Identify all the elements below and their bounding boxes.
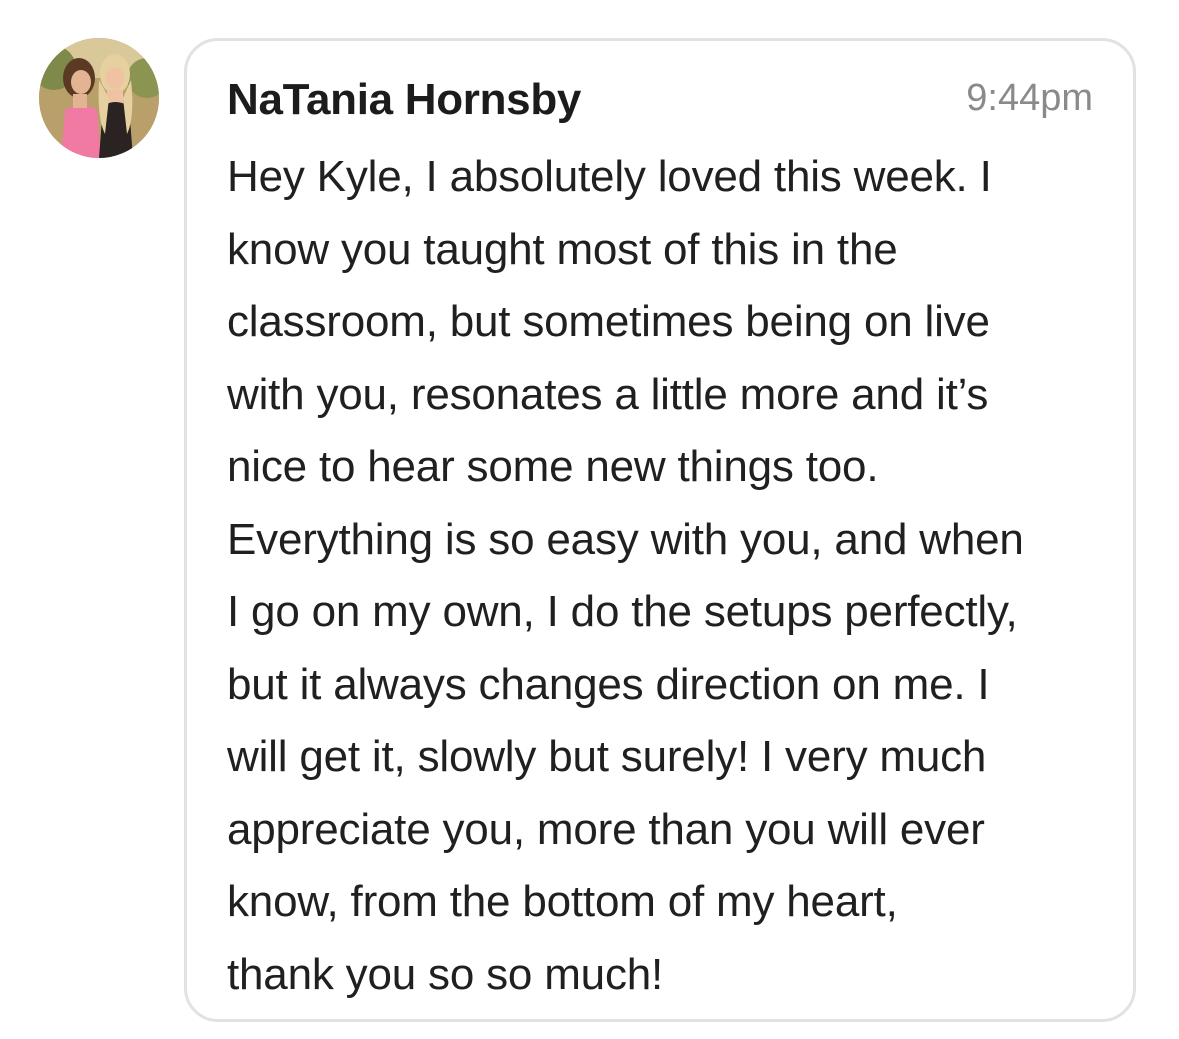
message-line: appreciate you, more than you will ever xyxy=(227,804,985,854)
message-line: know, from the bottom of my heart, xyxy=(227,877,898,926)
avatar[interactable] xyxy=(39,38,159,158)
message-line: with you, resonates a little more and it… xyxy=(227,369,989,419)
message-line: Hey Kyle, I absolutely loved this week. … xyxy=(227,152,992,201)
sender-name[interactable]: NaTania Hornsby xyxy=(227,75,581,125)
message-line: thank you so so much! xyxy=(227,949,664,999)
message-bubble[interactable]: NaTania Hornsby 9:44pm Hey Kyle, I absol… xyxy=(184,38,1136,1022)
message-timestamp: 9:44pm xyxy=(966,77,1093,119)
message-line: nice to hear some new things too. xyxy=(227,442,879,491)
message-line: will get it, slowly but surely! I very m… xyxy=(227,732,987,781)
message-line: but it always changes direction on me. I xyxy=(227,659,990,709)
message-line: classroom, but sometimes being on live xyxy=(227,297,990,346)
profile-photo-avatar xyxy=(39,38,159,158)
message-line: Everything is so easy with you, and when xyxy=(227,514,1024,564)
message-line: know you taught most of this in the xyxy=(227,224,898,274)
message-body: Hey Kyle, I absolutely loved this week. … xyxy=(227,141,1107,1011)
message-line: I go on my own, I do the setups perfectl… xyxy=(227,587,1018,636)
